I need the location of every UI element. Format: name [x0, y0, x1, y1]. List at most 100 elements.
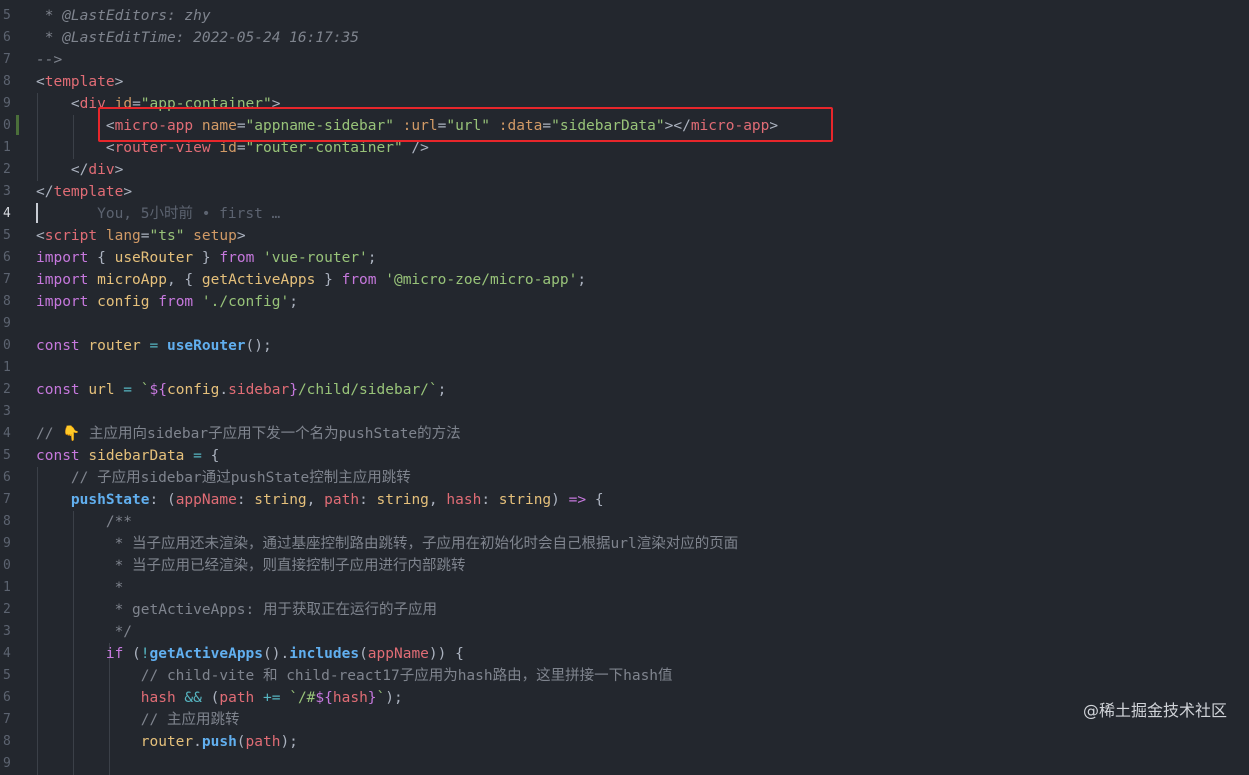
- line-number: 9: [3, 96, 11, 111]
- code-token: string: [254, 492, 307, 508]
- code-token: import: [36, 250, 89, 266]
- code-line: */: [36, 621, 132, 643]
- code-line: pushState: (appName: string, path: strin…: [36, 489, 604, 511]
- code-token: */: [36, 624, 133, 640]
- code-token: * 当子应用已经渲染，则直接控制子应用进行内部跳转: [36, 558, 466, 574]
- code-token: hash: [36, 690, 176, 706]
- code-token: /**: [36, 514, 133, 530]
- code-line: <template>: [36, 71, 123, 93]
- code-token: (: [359, 646, 368, 662]
- code-line: *: [36, 577, 124, 599]
- code-token: );: [280, 734, 298, 750]
- code-token: string: [498, 492, 552, 508]
- code-line: hash && (path += `/#${hash}`);: [36, 687, 403, 709]
- code-token: ;: [367, 250, 377, 266]
- code-token: >: [114, 162, 124, 178]
- code-token: (: [236, 734, 246, 750]
- code-token: ${: [315, 690, 333, 706]
- code-token: `/#: [280, 690, 316, 706]
- code-token: <: [36, 140, 115, 156]
- line-number: 0: [3, 558, 11, 573]
- line-number: 7: [3, 492, 11, 507]
- code-token: template: [44, 74, 115, 90]
- code-token: * getActiveApps: 用于获取正在运行的子应用: [36, 602, 437, 618]
- code-token: setup: [184, 228, 237, 244]
- code-line: import config from './config';: [36, 291, 298, 313]
- code-line: * 当子应用已经渲染，则直接控制子应用进行内部跳转: [36, 555, 466, 577]
- code-token: :: [236, 492, 255, 508]
- code-token: }: [367, 690, 377, 706]
- code-token: =: [236, 140, 246, 156]
- code-token: />: [402, 140, 429, 156]
- code-token: }: [289, 382, 298, 398]
- code-token: from: [341, 272, 377, 288]
- code-token: hash: [446, 492, 482, 508]
- code-token: ;: [289, 294, 298, 310]
- code-token: =: [140, 338, 159, 354]
- line-number: 9: [3, 756, 11, 771]
- code-token: microApp: [88, 272, 167, 288]
- code-token: import: [36, 294, 89, 310]
- line-number-gutter: 5 6 7 8 9 0 1 2 3 4 5 6 7 8 9 0 1 2 3 4 5 6 7 8 9 0 1 2 3 4 5 6 7 8 9: [0, 0, 22, 771]
- line-number: 1: [3, 580, 11, 595]
- code-token: if: [36, 646, 124, 662]
- line-number: 5: [3, 448, 11, 463]
- code-token: }: [315, 272, 342, 288]
- code-token: '@micro-zoe/micro-app': [376, 272, 578, 288]
- line-number: 9: [3, 536, 11, 551]
- code-line: * @LastEditors: zhy: [36, 5, 211, 27]
- code-token: -->: [36, 52, 63, 68]
- code-token: (: [123, 646, 141, 662]
- code-line: * getActiveApps: 用于获取正在运行的子应用: [36, 599, 437, 621]
- code-token: string: [376, 492, 429, 508]
- code-token: './config': [193, 294, 290, 310]
- code-token: path: [324, 492, 360, 508]
- code-line: // 子应用sidebar通过pushState控制主应用跳转: [36, 467, 411, 489]
- line-number: 4: [3, 426, 11, 441]
- code-token: id: [210, 140, 237, 156]
- code-token: import: [36, 272, 89, 288]
- red-highlight-box: [98, 107, 833, 142]
- line-number: 4: [3, 206, 11, 221]
- code-token: "router-container": [245, 140, 403, 156]
- code-token: ,: [428, 492, 447, 508]
- code-token: pushState: [36, 492, 150, 508]
- code-token: !: [140, 646, 150, 662]
- code-token: +=: [254, 690, 281, 706]
- code-token: {: [201, 448, 220, 464]
- line-number: 1: [3, 140, 11, 155]
- code-token: ,: [306, 492, 325, 508]
- code-token: appName: [175, 492, 237, 508]
- code-token: url: [79, 382, 115, 398]
- code-token: , {: [166, 272, 202, 288]
- line-number: 2: [3, 382, 11, 397]
- code-token: from: [149, 294, 194, 310]
- code-token: >: [236, 228, 246, 244]
- code-token: config: [88, 294, 150, 310]
- code-token: const: [36, 382, 80, 398]
- code-token: * @LastEditors: zhy: [36, 8, 211, 24]
- code-token: =>: [568, 492, 587, 508]
- code-token: (: [201, 690, 220, 706]
- code-token: template: [53, 184, 124, 200]
- line-number: 8: [3, 294, 11, 309]
- line-number: 1: [3, 360, 11, 375]
- code-token: path: [245, 734, 281, 750]
- code-line: /**: [36, 511, 132, 533]
- line-number: 8: [3, 74, 11, 89]
- code-token: * 当子应用还未渲染，通过基座控制路由跳转，子应用在初始化时会自己根据url渲染…: [36, 536, 739, 552]
- line-number: 6: [3, 470, 11, 485]
- code-token: .: [193, 734, 202, 750]
- code-token: script: [44, 228, 98, 244]
- code-line: const router = useRouter();: [36, 335, 272, 357]
- line-number: 2: [3, 162, 11, 177]
- code-line: // child-vite 和 child-react17子应用为hash路由，…: [36, 665, 673, 687]
- line-number: 4: [3, 646, 11, 661]
- code-token: `: [132, 382, 150, 398]
- line-number: 2: [3, 602, 11, 617]
- code-line: <script lang="ts" setup>: [36, 225, 246, 247]
- code-token: .: [219, 382, 229, 398]
- line-number: 3: [3, 184, 11, 199]
- line-number: 3: [3, 624, 11, 639]
- line-number: 8: [3, 514, 11, 529]
